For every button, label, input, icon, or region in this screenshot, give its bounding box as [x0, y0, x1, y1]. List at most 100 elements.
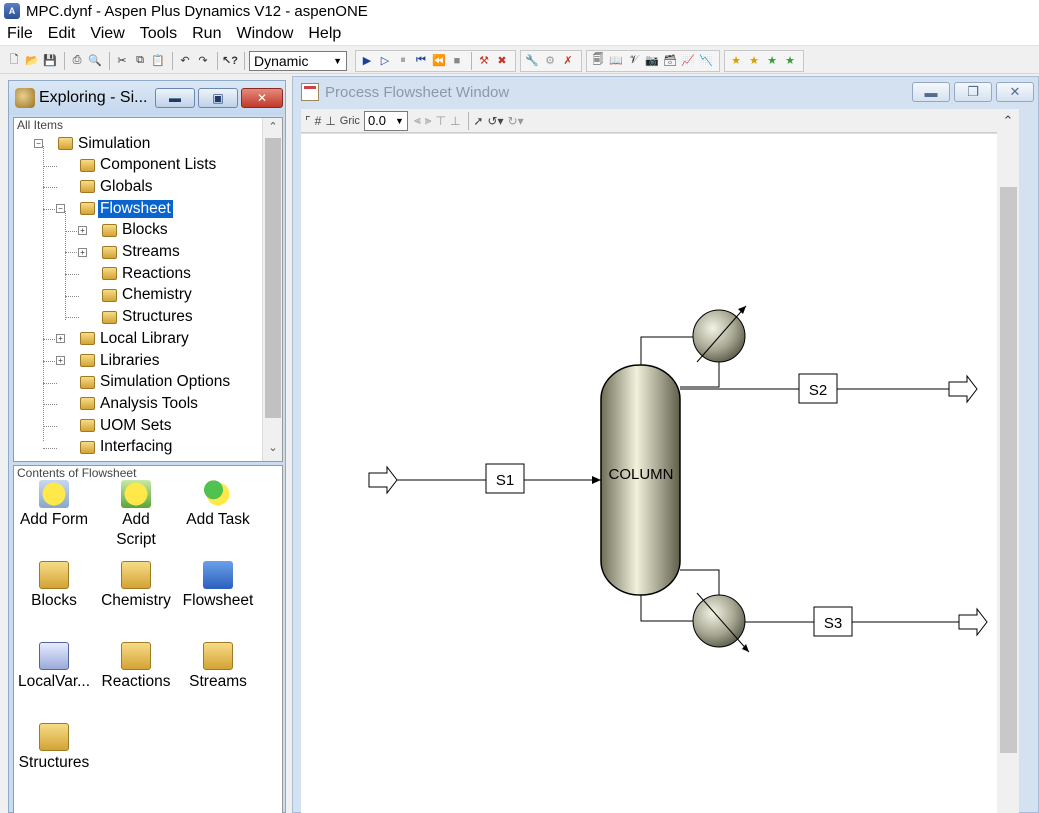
align-bottom-icon[interactable]: ⊥	[450, 114, 460, 128]
align-center-icon[interactable]: ⫸	[425, 113, 432, 128]
content-item-add-script[interactable]: Add Script	[94, 480, 178, 550]
star-task-icon[interactable]: ★	[764, 53, 780, 69]
forms-icon[interactable]: 🗐	[590, 53, 606, 69]
tree-item-component-lists[interactable]: Component Lists	[80, 155, 218, 176]
rotate-left-icon[interactable]: ↺▾	[487, 114, 503, 128]
content-item-blocks[interactable]: Blocks	[14, 561, 96, 611]
tree-item-blocks[interactable]: + Blocks	[78, 220, 170, 241]
tree-item-chemistry[interactable]: Chemistry	[102, 285, 194, 306]
save-icon[interactable]: 💾	[42, 53, 58, 69]
cut-icon[interactable]: ✂	[114, 53, 130, 69]
run-mode-select[interactable]: Dynamic ▼	[249, 50, 347, 71]
content-item-streams[interactable]: Streams	[176, 642, 260, 692]
expand-icon[interactable]: +	[78, 225, 87, 235]
aspen-app-icon[interactable]: A	[4, 3, 20, 19]
stop-icon[interactable]: ■	[449, 53, 465, 69]
menu-run[interactable]: Run	[191, 25, 222, 43]
align-top-icon[interactable]: ⊤	[436, 114, 446, 128]
content-item-structures[interactable]: Structures	[14, 723, 96, 773]
copy-icon[interactable]: ⧉	[132, 53, 148, 69]
wrench-x-icon[interactable]: ✗	[560, 53, 576, 69]
content-item-add-form[interactable]: Add Form	[14, 480, 96, 530]
star-add-icon[interactable]: ★	[746, 53, 762, 69]
tree-item-uom-sets[interactable]: UOM Sets	[80, 415, 173, 436]
paste-icon[interactable]: 📋	[150, 53, 166, 69]
tree-item-simulation-options[interactable]: Simulation Options	[80, 372, 232, 393]
tree-item-analysis-tools[interactable]: Analysis Tools	[80, 393, 200, 414]
scroll-up-icon[interactable]: ⌃	[263, 120, 282, 138]
expand-icon[interactable]: +	[78, 247, 87, 257]
content-item-add-task[interactable]: Add Task	[176, 480, 260, 530]
profile-plot-icon[interactable]: 📉	[698, 53, 714, 69]
snapshot-manager-icon[interactable]: 🗃	[662, 53, 678, 69]
scroll-thumb[interactable]	[1000, 187, 1017, 753]
variables-icon[interactable]: 𝒱	[626, 53, 642, 69]
new-file-icon[interactable]: 🗋	[6, 53, 22, 69]
star-tool-icon[interactable]: ★	[728, 53, 744, 69]
star-script-icon[interactable]: ★	[782, 53, 798, 69]
menu-help[interactable]: Help	[307, 25, 342, 43]
tree-item-libraries[interactable]: + Libraries	[56, 350, 161, 371]
stream-s1[interactable]: S1	[368, 463, 601, 495]
stream-s2[interactable]: S2	[680, 373, 978, 404]
menu-view[interactable]: View	[89, 25, 125, 43]
rotate-right-icon[interactable]: ↻▾	[508, 114, 524, 128]
tree-item-structures[interactable]: Structures	[102, 307, 195, 328]
content-item-reactions[interactable]: Reactions	[94, 642, 178, 692]
close-button[interactable]: ✕	[241, 88, 283, 108]
tree-item-reactions[interactable]: Reactions	[102, 263, 193, 284]
menu-window[interactable]: Window	[235, 25, 294, 43]
minimize-button[interactable]: ▬	[912, 82, 950, 102]
open-file-icon[interactable]: 📂	[24, 53, 40, 69]
expand-icon[interactable]: +	[56, 356, 65, 365]
tools-icon[interactable]: ✖	[494, 53, 510, 69]
tree-item-simulation[interactable]: − Simulation	[34, 133, 152, 154]
menu-tools[interactable]: Tools	[139, 25, 178, 43]
rewind-icon[interactable]: ⏪	[431, 53, 447, 69]
run-icon[interactable]: ▶	[359, 53, 375, 69]
tree-item-globals[interactable]: Globals	[80, 176, 155, 197]
grid-corner-icon[interactable]: ⌜	[305, 114, 311, 128]
print-icon[interactable]: ⎙	[69, 53, 85, 69]
maximize-button[interactable]: ▣	[198, 88, 238, 108]
content-item-flowsheet[interactable]: Flowsheet	[176, 561, 260, 611]
context-help-icon[interactable]: ↖?	[222, 53, 238, 69]
library-icon[interactable]: 📖	[608, 53, 624, 69]
tree-item-interfacing[interactable]: Interfacing	[80, 437, 174, 458]
content-item-chemistry[interactable]: Chemistry	[94, 561, 178, 611]
collapse-icon[interactable]: −	[34, 139, 43, 148]
camera-icon[interactable]: 📷	[644, 53, 660, 69]
stream-s3[interactable]: S3	[745, 606, 988, 637]
restart-icon[interactable]: ⏮	[413, 53, 429, 69]
tree-item-streams[interactable]: + Streams	[78, 242, 182, 263]
collapse-icon[interactable]: −	[56, 204, 65, 214]
flowsheet-canvas[interactable]: S1 COLUMN S2 S3	[301, 134, 997, 813]
tree-item-local-library[interactable]: + Local Library	[56, 328, 191, 349]
scroll-up-icon[interactable]: ⌃	[997, 113, 1019, 131]
pointer-icon[interactable]: ➚	[473, 114, 483, 128]
pause-icon[interactable]: ⏸	[395, 53, 411, 69]
undo-icon[interactable]: ↶	[177, 53, 193, 69]
grid-icon[interactable]: #	[315, 114, 322, 128]
snapshot-icon[interactable]: ⚒	[476, 53, 492, 69]
grid-size-select[interactable]: 0.0 ▼	[363, 110, 408, 131]
scroll-down-icon[interactable]: ⌄	[263, 441, 282, 459]
menu-edit[interactable]: Edit	[47, 25, 77, 43]
print-preview-icon[interactable]: 🔍	[87, 53, 103, 69]
wrench-gear-icon[interactable]: ⚙	[542, 53, 558, 69]
wrench-icon[interactable]: 🔧	[524, 53, 540, 69]
menu-file[interactable]: File	[6, 25, 34, 43]
content-item-localvar[interactable]: LocalVar...	[14, 642, 96, 692]
flowsheet-title-bar[interactable]: Process Flowsheet Window ▬ ❐ ✕	[293, 77, 1038, 107]
flowsheet-scrollbar[interactable]: ⌃	[997, 109, 1019, 813]
expand-icon[interactable]: +	[56, 334, 65, 344]
tree-item-flowsheet[interactable]: − Flowsheet	[56, 198, 173, 219]
plot-icon[interactable]: 📈	[680, 53, 696, 69]
snap-icon[interactable]: ⊥	[325, 114, 335, 128]
minimize-button[interactable]: ▬	[155, 88, 195, 108]
tree-scrollbar[interactable]: ⌃ ⌄	[262, 118, 282, 461]
redo-icon[interactable]: ↷	[195, 53, 211, 69]
scroll-thumb[interactable]	[265, 138, 281, 418]
align-left-icon[interactable]: ⫷	[414, 113, 421, 128]
step-icon[interactable]: ▷	[377, 53, 393, 69]
